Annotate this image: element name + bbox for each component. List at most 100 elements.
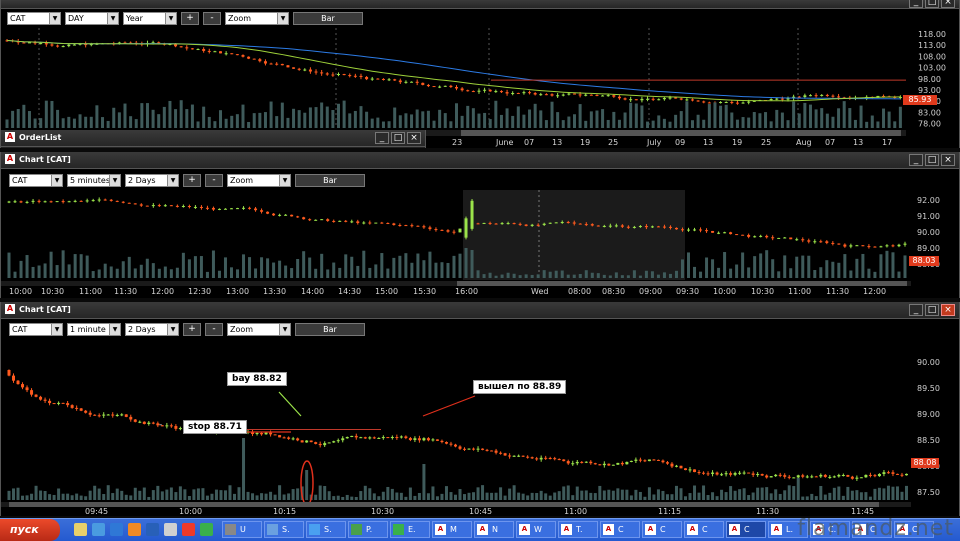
- volume-bar: [753, 256, 757, 278]
- symbol-select[interactable]: CAT ▼: [9, 173, 63, 187]
- minimize-button[interactable]: _: [909, 304, 923, 316]
- volume-bar: [251, 493, 255, 500]
- maximize-button[interactable]: □: [925, 154, 939, 166]
- volume-bar: [156, 485, 160, 500]
- volume-bar: [88, 490, 92, 500]
- candle-body: [488, 89, 492, 92]
- candle-body: [472, 448, 476, 450]
- one-minute-price-chart[interactable]: 90.0089.5089.0088.5088.0087.5009:4510:00…: [1, 340, 959, 516]
- volume-bar: [589, 492, 593, 500]
- y-tick-label: 103.00: [918, 64, 946, 73]
- candle-body: [327, 442, 331, 444]
- volume-bar: [359, 106, 363, 128]
- volume-bar: [602, 490, 606, 500]
- zoom-out-button[interactable]: -: [203, 11, 221, 25]
- taskbar-task-button[interactable]: AN: [474, 521, 514, 538]
- app-icon: A: [771, 524, 782, 535]
- candle-body: [679, 465, 683, 469]
- volume-bar: [67, 264, 71, 278]
- close-button[interactable]: ×: [941, 154, 955, 166]
- volume-bar: [303, 112, 307, 128]
- quicklaunch-icon[interactable]: [182, 523, 195, 536]
- volume-bar: [282, 494, 286, 500]
- volume-bar: [476, 487, 480, 500]
- taskbar-task-button[interactable]: AC: [600, 521, 640, 538]
- maximize-button[interactable]: □: [925, 0, 939, 8]
- period-select[interactable]: DAY ▼: [65, 11, 119, 25]
- taskbar-task-button[interactable]: P.: [348, 521, 388, 538]
- taskbar-task-button[interactable]: AM: [432, 521, 472, 538]
- quicklaunch-icon[interactable]: [164, 523, 177, 536]
- candle-body: [275, 63, 279, 65]
- volume-bar: [524, 274, 528, 278]
- zoom-in-button[interactable]: +: [183, 173, 201, 187]
- zoom-in-button[interactable]: +: [183, 322, 201, 336]
- symbol-select[interactable]: CAT ▼: [9, 322, 63, 336]
- taskbar-task-button[interactable]: AC: [726, 521, 766, 538]
- candle-body: [482, 222, 486, 224]
- range-select[interactable]: 2 Days ▼: [125, 322, 179, 336]
- minimize-button[interactable]: _: [909, 0, 923, 8]
- taskbar-task-button[interactable]: AC: [684, 521, 724, 538]
- five-minute-price-chart[interactable]: 92.0091.0090.0089.0088.0010:0010:3011:00…: [1, 190, 959, 298]
- quicklaunch-icon[interactable]: [92, 523, 105, 536]
- quicklaunch-icon[interactable]: [110, 523, 123, 536]
- candle-body: [593, 463, 597, 465]
- candle-body: [435, 439, 439, 441]
- volume-bar: [735, 264, 739, 278]
- bar-type-button[interactable]: Bar: [295, 173, 365, 187]
- candle-body: [443, 85, 447, 87]
- candle-body: [431, 439, 435, 441]
- candle-body: [336, 440, 340, 442]
- candle-body: [688, 469, 692, 471]
- zoom-select[interactable]: Zoom ▼: [227, 322, 291, 336]
- candle-body: [646, 98, 650, 100]
- period-select[interactable]: 5 minutes ▼: [67, 173, 121, 187]
- period-select[interactable]: 1 minute ▼: [67, 322, 121, 336]
- candle-body: [370, 78, 374, 80]
- range-select[interactable]: 2 Days ▼: [125, 173, 179, 187]
- taskbar-task-button[interactable]: U: [222, 521, 262, 538]
- zoom-out-button[interactable]: -: [205, 173, 223, 187]
- candle-body: [859, 477, 863, 479]
- zoom-out-button[interactable]: -: [205, 322, 223, 336]
- candle-body: [49, 201, 53, 203]
- candle-body: [416, 225, 420, 227]
- volume-bar: [255, 495, 259, 500]
- candle-body: [855, 477, 859, 479]
- range-select[interactable]: Year ▼: [123, 11, 177, 25]
- bar-type-button[interactable]: Bar: [295, 322, 365, 336]
- taskbar-task-button[interactable]: S.: [264, 521, 304, 538]
- taskbar-task-label: L.: [786, 525, 793, 534]
- taskbar-task-button[interactable]: AC: [642, 521, 682, 538]
- volume-bar: [348, 113, 352, 128]
- volume-bar: [696, 114, 700, 128]
- zoom-select[interactable]: Zoom ▼: [225, 11, 289, 25]
- candle-body: [789, 237, 793, 240]
- candle-body: [831, 95, 835, 97]
- close-button[interactable]: ×: [941, 304, 955, 316]
- quicklaunch-icon[interactable]: [74, 523, 87, 536]
- quicklaunch-icon[interactable]: [146, 523, 159, 536]
- quicklaunch-icon[interactable]: [128, 523, 141, 536]
- minimize-button[interactable]: _: [909, 154, 923, 166]
- maximize-button[interactable]: □: [925, 304, 939, 316]
- close-button[interactable]: ×: [941, 0, 955, 8]
- volume-bar: [607, 489, 611, 500]
- zoom-select[interactable]: Zoom ▼: [227, 173, 291, 187]
- bar-type-button[interactable]: Bar: [293, 11, 363, 25]
- daily-price-chart[interactable]: 118.00113.00108.00103.0098.0093.0088.008…: [1, 28, 959, 140]
- volume-bar: [305, 470, 309, 500]
- taskbar-task-button[interactable]: E.: [390, 521, 430, 538]
- taskbar-task-button[interactable]: AW: [516, 521, 556, 538]
- candle-body: [623, 98, 627, 100]
- candle-body: [651, 98, 655, 100]
- taskbar-task-button[interactable]: S.: [306, 521, 346, 538]
- start-button[interactable]: пуск: [0, 519, 60, 541]
- symbol-select[interactable]: CAT ▼: [7, 11, 61, 25]
- taskbar-task-button[interactable]: A T.: [558, 521, 598, 538]
- volume-bar: [596, 273, 600, 278]
- candle-body: [129, 416, 133, 420]
- quicklaunch-icon[interactable]: [200, 523, 213, 536]
- zoom-in-button[interactable]: +: [181, 11, 199, 25]
